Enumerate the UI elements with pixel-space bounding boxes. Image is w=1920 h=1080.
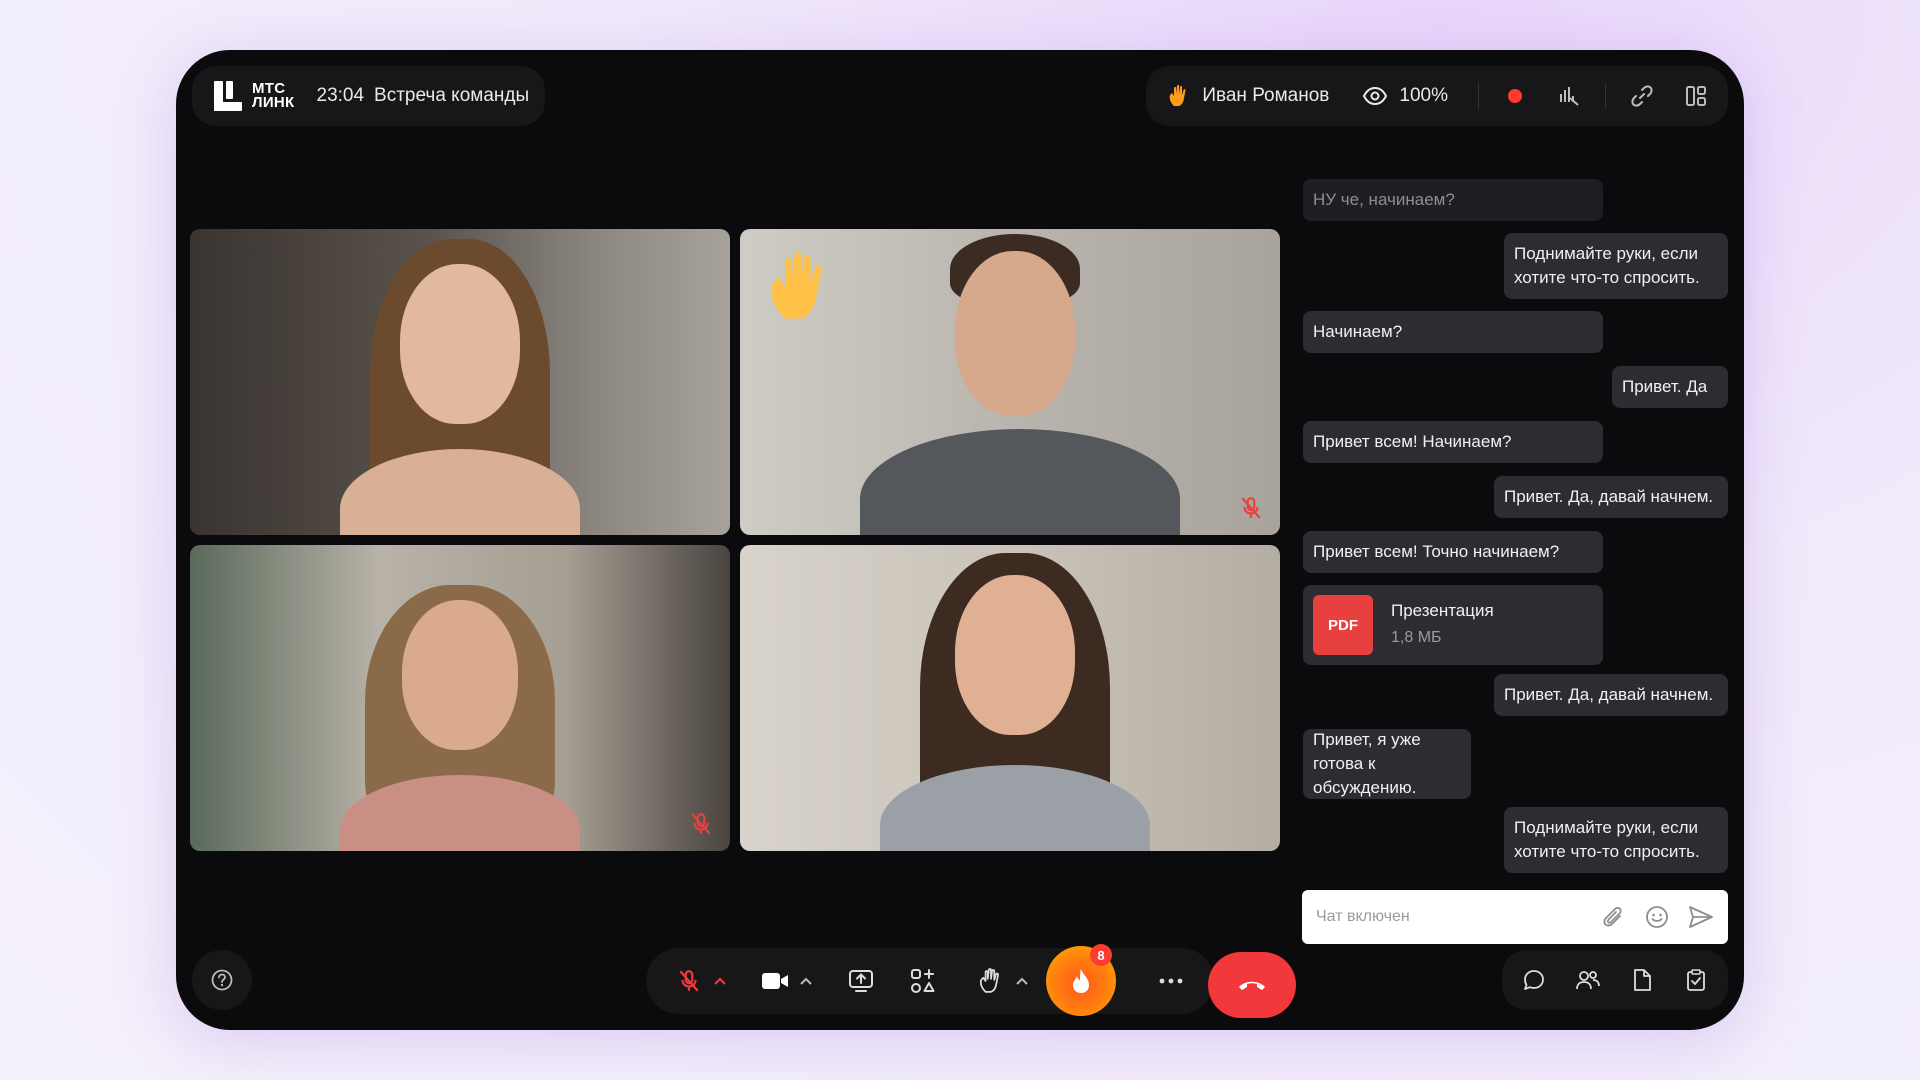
layout-button[interactable] [1678,78,1714,114]
chat-panel-button[interactable] [1516,962,1552,998]
zoom-level: 100% [1399,85,1448,106]
more-dots-icon [1159,978,1183,984]
chat-message: Привет. Да, давай начнем. [1494,674,1728,716]
camera-icon [762,973,788,989]
more-options-button[interactable] [1144,954,1198,1008]
participants-button[interactable] [1570,962,1606,998]
video-tile-participant-4[interactable] [740,545,1280,851]
record-button[interactable] [1497,78,1533,114]
eye-icon [1363,87,1388,105]
file-size: 1,8 МБ [1391,629,1442,646]
tasks-button[interactable] [1678,962,1714,998]
call-controls: 8 [646,944,1214,1016]
video-tile-participant-3[interactable] [190,545,730,851]
attach-button[interactable] [1596,900,1630,934]
raised-hand-icon [1169,84,1186,106]
zoom-control[interactable]: 100% [1363,85,1448,107]
hang-up-icon [1239,981,1265,990]
layout-icon [1686,86,1706,106]
chat-message: Привет всем! Точно начинаем? [1303,531,1603,573]
pdf-file-icon: PDF [1313,595,1373,655]
divider [1478,83,1479,109]
raise-hand-button[interactable] [964,954,1018,1008]
mic-toggle-button[interactable] [662,954,716,1008]
participant-face [402,600,518,750]
screen-share-button[interactable] [834,954,888,1008]
smile-icon [1646,906,1668,928]
mic-off-icon [679,970,699,992]
chevron-up-icon [714,977,726,985]
chevron-up-icon [1016,977,1028,985]
hand-icon [979,968,999,993]
header-controls: Иван Романов 100% [1146,66,1728,126]
video-tile-participant-2[interactable] [740,229,1280,535]
chat-message: Привет. Да [1612,366,1728,408]
end-call-button[interactable] [1208,952,1296,1018]
chat-message: Привет всем! Начинаем? [1303,421,1603,463]
record-indicator-icon [1508,89,1522,103]
muted-mic-icon [1241,497,1261,519]
raised-hand-participant[interactable]: Иван Романов [1168,84,1329,108]
file-icon [1634,969,1651,991]
chat-input-bar [1302,890,1728,944]
chat-message: Начинаем? [1303,311,1603,353]
clipboard-check-icon [1687,969,1705,991]
help-button[interactable] [192,950,252,1010]
link-icon [1631,85,1653,107]
reactions-button[interactable]: 8 [1046,944,1116,1016]
apps-button[interactable] [896,954,950,1008]
help-icon [211,969,233,991]
logo: МТС ЛИНК [214,81,295,111]
users-icon [1576,971,1600,990]
hand-options-button[interactable] [1012,954,1032,1008]
chat-message: Поднимайте руки, если хотите что-то спро… [1504,807,1728,873]
audio-levels-icon [1560,87,1579,106]
chat-message: Привет. Да, давай начнем. [1494,476,1728,518]
emoji-button[interactable] [1640,900,1674,934]
camera-toggle-button[interactable] [748,954,802,1008]
send-icon [1689,906,1713,928]
video-tile-participant-1[interactable] [190,229,730,535]
side-panels [1502,950,1728,1010]
reactions-count-badge: 8 [1090,944,1112,966]
participant-face [955,575,1075,735]
chat-message: Поднимайте руки, если хотите что-то спро… [1504,233,1728,299]
chat-input[interactable] [1316,908,1586,926]
files-button[interactable] [1624,962,1660,998]
chat-message: НУ че, начинаем? [1303,179,1603,221]
send-button[interactable] [1684,900,1718,934]
logo-line2: ЛИНК [252,94,295,111]
participant-face [400,264,520,424]
camera-options-button[interactable] [796,954,816,1008]
raised-hand-icon [771,251,822,319]
mts-link-logo-icon [214,81,242,111]
muted-mic-icon [691,813,711,835]
presenter-name: Иван Романов [1202,85,1330,106]
chat-bubble-icon [1524,970,1544,990]
meeting-time: 23:04 [316,85,365,106]
paperclip-icon [1603,906,1622,927]
file-attachment[interactable]: PDF Презентация 1,8 МБ [1303,585,1603,665]
file-name: Презентация [1391,601,1494,620]
app-window: МТС ЛИНК 23:04 Встреча команды Иван Рома… [176,50,1744,1030]
chat-message: Привет, я уже готова к обсуждению. [1303,729,1471,799]
fire-icon [1073,969,1089,993]
apps-add-icon [911,969,935,993]
chevron-up-icon [800,977,812,985]
meeting-title: Встреча команды [374,85,530,106]
meeting-header: МТС ЛИНК 23:04 Встреча команды [192,66,546,126]
screen-share-icon [849,970,873,992]
audio-levels-button[interactable] [1551,78,1587,114]
mic-options-button[interactable] [710,954,730,1008]
participant-face [955,251,1075,416]
divider [1605,83,1606,109]
copy-link-button[interactable] [1624,78,1660,114]
